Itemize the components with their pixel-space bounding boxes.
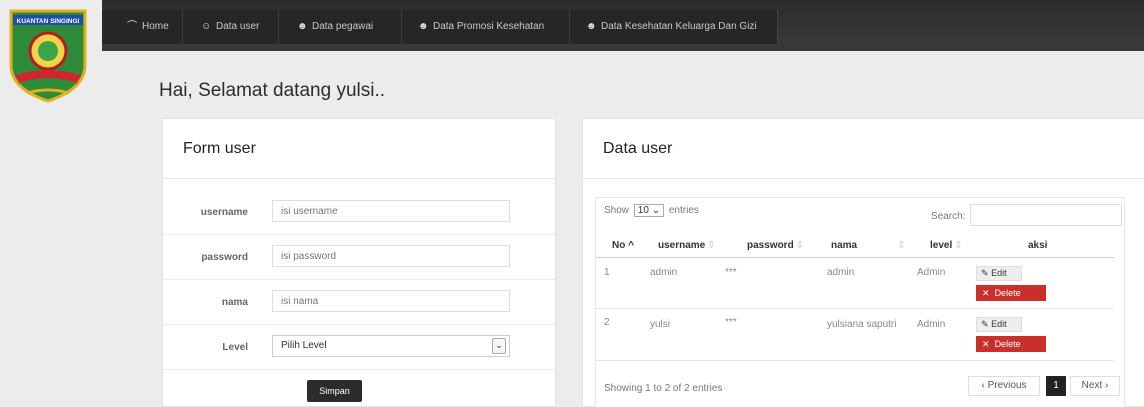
panel-title: Data user (603, 140, 673, 157)
nav-item-label: Home (142, 21, 169, 32)
previous-page-button[interactable]: ‹ Previous (968, 376, 1040, 396)
nav-divider (278, 10, 279, 44)
header-label: nama (831, 240, 858, 251)
entries-length-control: Show 10 ⌄ entries (604, 204, 699, 217)
cell-no: 1 (604, 267, 610, 278)
save-button[interactable]: Simpan (307, 380, 362, 402)
sort-icon: ⇕ (707, 240, 716, 251)
dashboard-icon: ⌒ (127, 21, 137, 32)
search-label: Search: (931, 211, 966, 222)
sort-icon: ⇕ (954, 240, 963, 251)
data-user-panel: Data user Show 10 ⌄ entries Search: No ^… (582, 118, 1144, 407)
cell-username: admin (650, 267, 678, 278)
header-label: aksi (1028, 240, 1048, 251)
cell-nama: admin (827, 267, 855, 278)
header-label: password (747, 240, 794, 251)
nav-divider (401, 10, 402, 44)
nav-item-label: Data Promosi Kesehatan (433, 21, 545, 32)
chevron-down-icon: ⌄ (651, 205, 661, 216)
nama-input[interactable] (272, 290, 510, 312)
close-icon: ✕ (982, 339, 990, 349)
delete-button[interactable]: ✕ Delete (976, 336, 1046, 352)
form-row-username: username (163, 190, 555, 235)
column-header-nama[interactable]: nama ⇕ (831, 240, 906, 251)
pencil-icon: ✎ (981, 319, 989, 329)
entries-length-value: 10 (637, 205, 649, 216)
cell-username: yulsi (650, 319, 671, 330)
edit-label: Edit (991, 319, 1007, 329)
nav-item-data-kesehatan-keluarga[interactable]: ☻ Data Kesehatan Keluarga Dan Gizi (586, 10, 757, 44)
pencil-icon: ✎ (981, 268, 989, 278)
cell-password: *** (725, 267, 737, 278)
table-header-divider (596, 257, 1114, 258)
nav-divider (569, 10, 570, 44)
nav-item-label: Data user (216, 21, 260, 32)
nav-item-data-pegawai[interactable]: ☻ Data pegawai (297, 10, 373, 44)
users-icon: ☻ (297, 21, 308, 32)
nav-item-home[interactable]: ⌒ Home (127, 10, 169, 44)
delete-label: Delete (994, 288, 1021, 298)
form-row-nama: nama (163, 280, 555, 325)
cell-no: 2 (604, 317, 610, 328)
nav-divider (182, 10, 183, 44)
header-label: username (658, 240, 706, 251)
user-icon: ☺ (201, 21, 212, 32)
svg-text:KUANTAN SINGINGI: KUANTAN SINGINGI (17, 18, 80, 25)
nav-item-data-user[interactable]: ☺ Data user (201, 10, 259, 44)
edit-button[interactable]: ✎ Edit (976, 317, 1022, 332)
kuantan-singingi-logo: KUANTAN SINGINGI (9, 9, 87, 103)
cell-level: Admin (917, 319, 946, 330)
nav-item-data-promosi-kesehatan[interactable]: ☻ Data Promosi Kesehatan (418, 10, 544, 44)
username-label: username (200, 207, 248, 218)
logo-panel: KUANTAN SINGINGI (0, 0, 102, 407)
panel-title: Form user (183, 140, 256, 157)
column-header-password[interactable]: password ⇕ (747, 240, 804, 251)
column-header-level[interactable]: level ⇕ (930, 240, 963, 251)
page-1-button[interactable]: 1 (1046, 376, 1066, 396)
show-label: Show (604, 205, 630, 216)
column-header-username[interactable]: username ⇕ (658, 240, 716, 251)
edit-label: Edit (991, 268, 1007, 278)
close-icon: ✕ (982, 288, 990, 298)
row-divider (596, 360, 1114, 361)
header-label: No (612, 240, 626, 251)
cell-password: *** (725, 317, 737, 328)
edit-button[interactable]: ✎ Edit (976, 266, 1022, 281)
column-header-no[interactable]: No ^ (612, 240, 634, 251)
sort-icon: ⇕ (897, 240, 906, 251)
greeting-heading: Hai, Selamat datang yulsi.. (159, 80, 386, 101)
next-page-button[interactable]: Next › (1070, 376, 1120, 396)
users-icon: ☻ (586, 21, 597, 32)
username-input[interactable] (272, 200, 510, 222)
column-header-aksi: aksi (1028, 240, 1047, 251)
data-table-wrapper: Show 10 ⌄ entries Search: No ^ username ⇕… (595, 197, 1125, 407)
form-row-password: password (163, 235, 555, 280)
entries-label: entries (668, 205, 699, 216)
entries-length-select[interactable]: 10 ⌄ (633, 204, 665, 217)
delete-button[interactable]: ✕ Delete (976, 285, 1046, 301)
panel-header: Form user (163, 119, 555, 179)
users-icon: ☻ (418, 21, 429, 32)
level-label: Level (222, 342, 248, 353)
password-input[interactable] (272, 245, 510, 267)
header-label: level (930, 240, 953, 251)
cell-level: Admin (917, 267, 946, 278)
nav-item-label: Data pegawai (312, 21, 374, 32)
sort-asc-icon: ^ (628, 240, 634, 251)
nama-label: nama (221, 297, 248, 308)
level-select[interactable]: Pilih Level ⌄ (272, 335, 510, 357)
table-info: Showing 1 to 2 of 2 entries (604, 383, 723, 394)
row-divider (596, 308, 1114, 309)
nav-item-label: Data Kesehatan Keluarga Dan Gizi (601, 21, 757, 32)
password-label: password (201, 252, 248, 263)
search-input[interactable] (970, 204, 1122, 226)
sort-icon: ⇕ (795, 240, 805, 251)
chevron-down-icon: ⌄ (492, 338, 506, 354)
panel-header: Data user (583, 119, 1144, 179)
form-user-panel: Form user username password nama Level P… (162, 118, 556, 407)
delete-label: Delete (994, 339, 1021, 349)
level-select-value: Pilih Level (281, 340, 327, 351)
cell-nama: yulsiana saputri (827, 319, 897, 330)
form-row-level: Level Pilih Level ⌄ (163, 325, 555, 370)
